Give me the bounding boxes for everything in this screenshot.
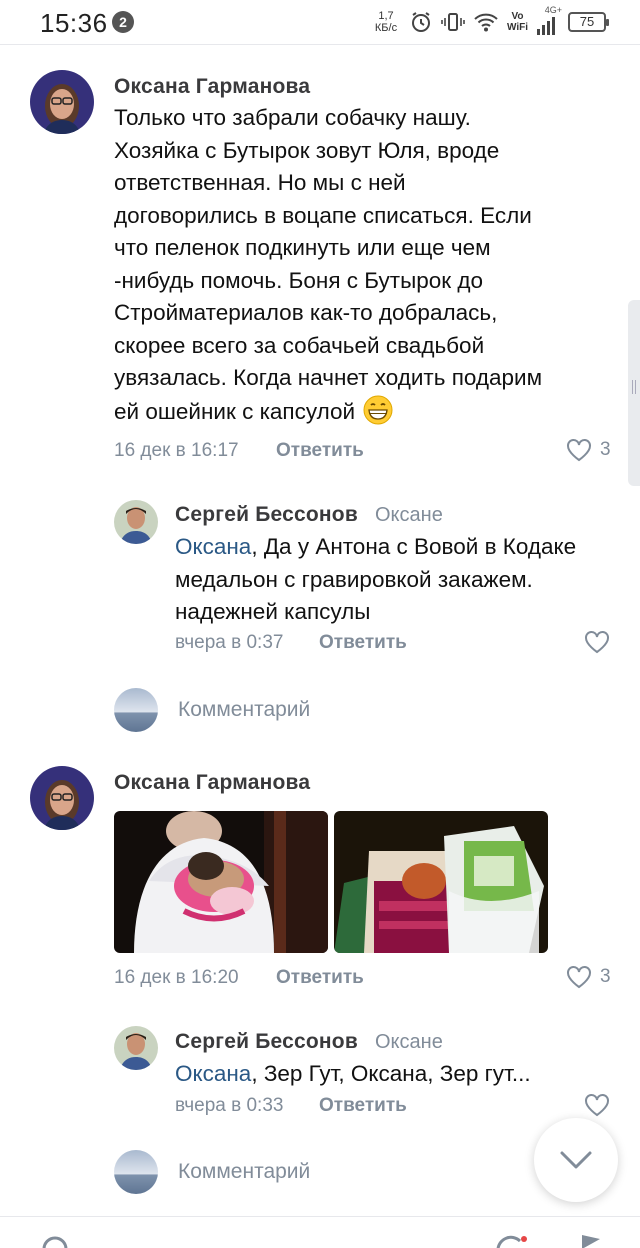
reply-button[interactable]: Ответить — [276, 967, 364, 989]
status-time: 15:36 — [40, 8, 108, 38]
scroll-down-button[interactable] — [534, 1118, 618, 1202]
like-button[interactable]: 3 — [566, 438, 611, 462]
like-button[interactable]: 3 — [566, 965, 611, 989]
reply-button[interactable]: Ответить — [319, 632, 407, 654]
grip-icon — [632, 380, 636, 394]
like-button[interactable] — [584, 630, 610, 654]
comment-placeholder: Комментарий — [178, 698, 311, 721]
comment-author[interactable]: Оксана Гарманова — [114, 771, 310, 795]
wifi-icon — [474, 13, 498, 32]
chevron-down-icon — [560, 1151, 592, 1169]
mention-link[interactable]: Оксана — [175, 534, 251, 559]
my-avatar — [114, 688, 158, 732]
heart-icon — [567, 439, 591, 462]
vowifi-bottom: WiFi — [506, 22, 528, 33]
sticker-icon[interactable] — [494, 1233, 528, 1248]
comment-input[interactable]: Комментарий — [114, 688, 310, 732]
attach-icon[interactable] — [40, 1235, 70, 1248]
comment-text: Только что забрали собачку нашу. Хозяйка… — [114, 102, 554, 428]
signal-indicator: 4G+ — [536, 5, 562, 35]
network-speed-unit: КБ/с — [374, 22, 398, 34]
avatar[interactable] — [114, 1026, 158, 1070]
avatar[interactable] — [30, 70, 94, 134]
reply-button[interactable]: Ответить — [319, 1095, 407, 1117]
comment-time: 16 дек в 16:20 — [114, 967, 239, 988]
scroll-handle[interactable] — [628, 300, 640, 486]
notification-badge: 2 — [112, 11, 134, 33]
signal-icon — [537, 17, 555, 35]
network-speed-value: 1,7 — [378, 10, 394, 22]
heart-icon — [585, 631, 609, 654]
like-count: 3 — [600, 966, 611, 987]
battery-indicator: 75 — [568, 12, 609, 32]
vibrate-icon — [441, 13, 465, 31]
status-bar: 15:36 2 1,7 КБ/с Vo WiFi 4G+ 75 — [0, 0, 640, 44]
heart-icon — [585, 1094, 609, 1117]
alarm-icon — [411, 12, 430, 32]
heart-icon — [567, 966, 591, 989]
attached-photo-pet-food-bags[interactable] — [334, 811, 548, 953]
send-icon[interactable] — [578, 1235, 604, 1248]
reply-body: , Зер Гут, Оксана, Зер гут... — [251, 1061, 531, 1086]
avatar[interactable] — [30, 766, 94, 830]
attached-photo-woman-with-dog[interactable] — [114, 811, 328, 953]
like-button[interactable] — [584, 1093, 610, 1117]
reply-text: Оксана, Зер Гут, Оксана, Зер гут... — [175, 1058, 615, 1091]
comment-input[interactable]: Комментарий — [114, 1150, 310, 1194]
reply-to-label: Оксане — [375, 1031, 443, 1053]
emoji-grin-icon — [363, 395, 393, 424]
reply-text: Оксана, Да у Антона с Вовой в Кодаке мед… — [175, 531, 615, 629]
mention-link[interactable]: Оксана — [175, 1061, 251, 1086]
network-speed: 1,7 КБ/с — [371, 10, 401, 34]
network-type: 4G+ — [544, 5, 562, 15]
comment-time: 16 дек в 16:17 — [114, 440, 239, 461]
like-count: 3 — [600, 439, 611, 460]
vowifi-indicator: Vo WiFi — [507, 11, 528, 33]
comment-body: Только что забрали собачку нашу. Хозяйка… — [114, 105, 543, 424]
reply-author[interactable]: Сергей Бессонов — [175, 503, 358, 527]
avatar[interactable] — [114, 500, 158, 544]
reply-button[interactable]: Ответить — [276, 440, 364, 462]
comment-author[interactable]: Оксана Гарманова — [114, 75, 310, 99]
bottom-toolbar — [0, 1217, 640, 1248]
reply-time: вчера в 0:37 — [175, 632, 284, 653]
reply-author[interactable]: Сергей Бессонов — [175, 1030, 358, 1054]
vowifi-top: Vo — [511, 11, 524, 22]
reply-time: вчера в 0:33 — [175, 1095, 284, 1116]
reply-to-label: Оксане — [375, 504, 443, 526]
status-icons: 1,7 КБ/с Vo WiFi 4G+ 75 — [371, 5, 609, 38]
comment-placeholder: Комментарий — [178, 1160, 311, 1183]
divider — [0, 44, 640, 45]
my-avatar — [114, 1150, 158, 1194]
